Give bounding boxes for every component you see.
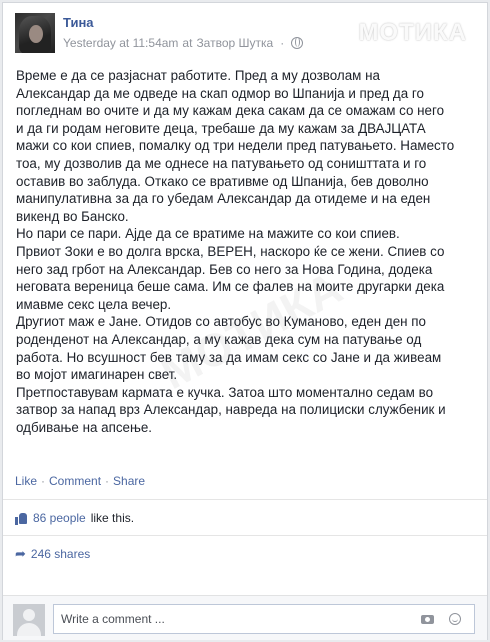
- comment-input[interactable]: [53, 604, 475, 634]
- likes-suffix: like this.: [90, 511, 135, 525]
- shares-row: ➦ 246 shares: [15, 546, 90, 562]
- likes-row: 86 people like this.: [15, 511, 134, 525]
- share-arrow-icon: ➦: [15, 546, 26, 561]
- likes-count-link[interactable]: 86 people: [33, 511, 86, 525]
- place-link[interactable]: Затвор Шутка: [196, 36, 273, 50]
- thumbs-up-icon: [15, 512, 28, 525]
- shares-count-link[interactable]: 246 shares: [31, 547, 90, 561]
- action-sep: ·: [41, 474, 46, 488]
- post-time[interactable]: Yesterday at 11:54am: [63, 36, 178, 50]
- divider: [3, 499, 487, 500]
- commenter-avatar: [13, 604, 45, 636]
- like-link[interactable]: Like: [15, 474, 37, 488]
- camera-icon[interactable]: [421, 615, 434, 624]
- share-link[interactable]: Share: [113, 474, 145, 488]
- post-card: Тина Yesterday at 11:54am at Затвор Шутк…: [2, 2, 488, 640]
- at-word: at: [182, 36, 193, 50]
- post-actions: Like · Comment · Share: [15, 474, 145, 488]
- watermark-logo: MОТИКА: [358, 19, 467, 46]
- action-sep: ·: [105, 474, 110, 488]
- author-avatar[interactable]: [15, 13, 55, 53]
- meta-dot: ·: [280, 36, 285, 50]
- comment-link[interactable]: Comment: [49, 474, 101, 488]
- globe-icon: [291, 37, 304, 49]
- author-name[interactable]: Тина: [63, 15, 94, 30]
- smile-icon[interactable]: [449, 613, 461, 625]
- post-meta: Yesterday at 11:54am at Затвор Шутка ·: [63, 36, 304, 50]
- comment-bar: [3, 595, 487, 640]
- post-text: Време е да се разјаснат работите. Пред а…: [16, 68, 455, 435]
- divider: [3, 535, 487, 536]
